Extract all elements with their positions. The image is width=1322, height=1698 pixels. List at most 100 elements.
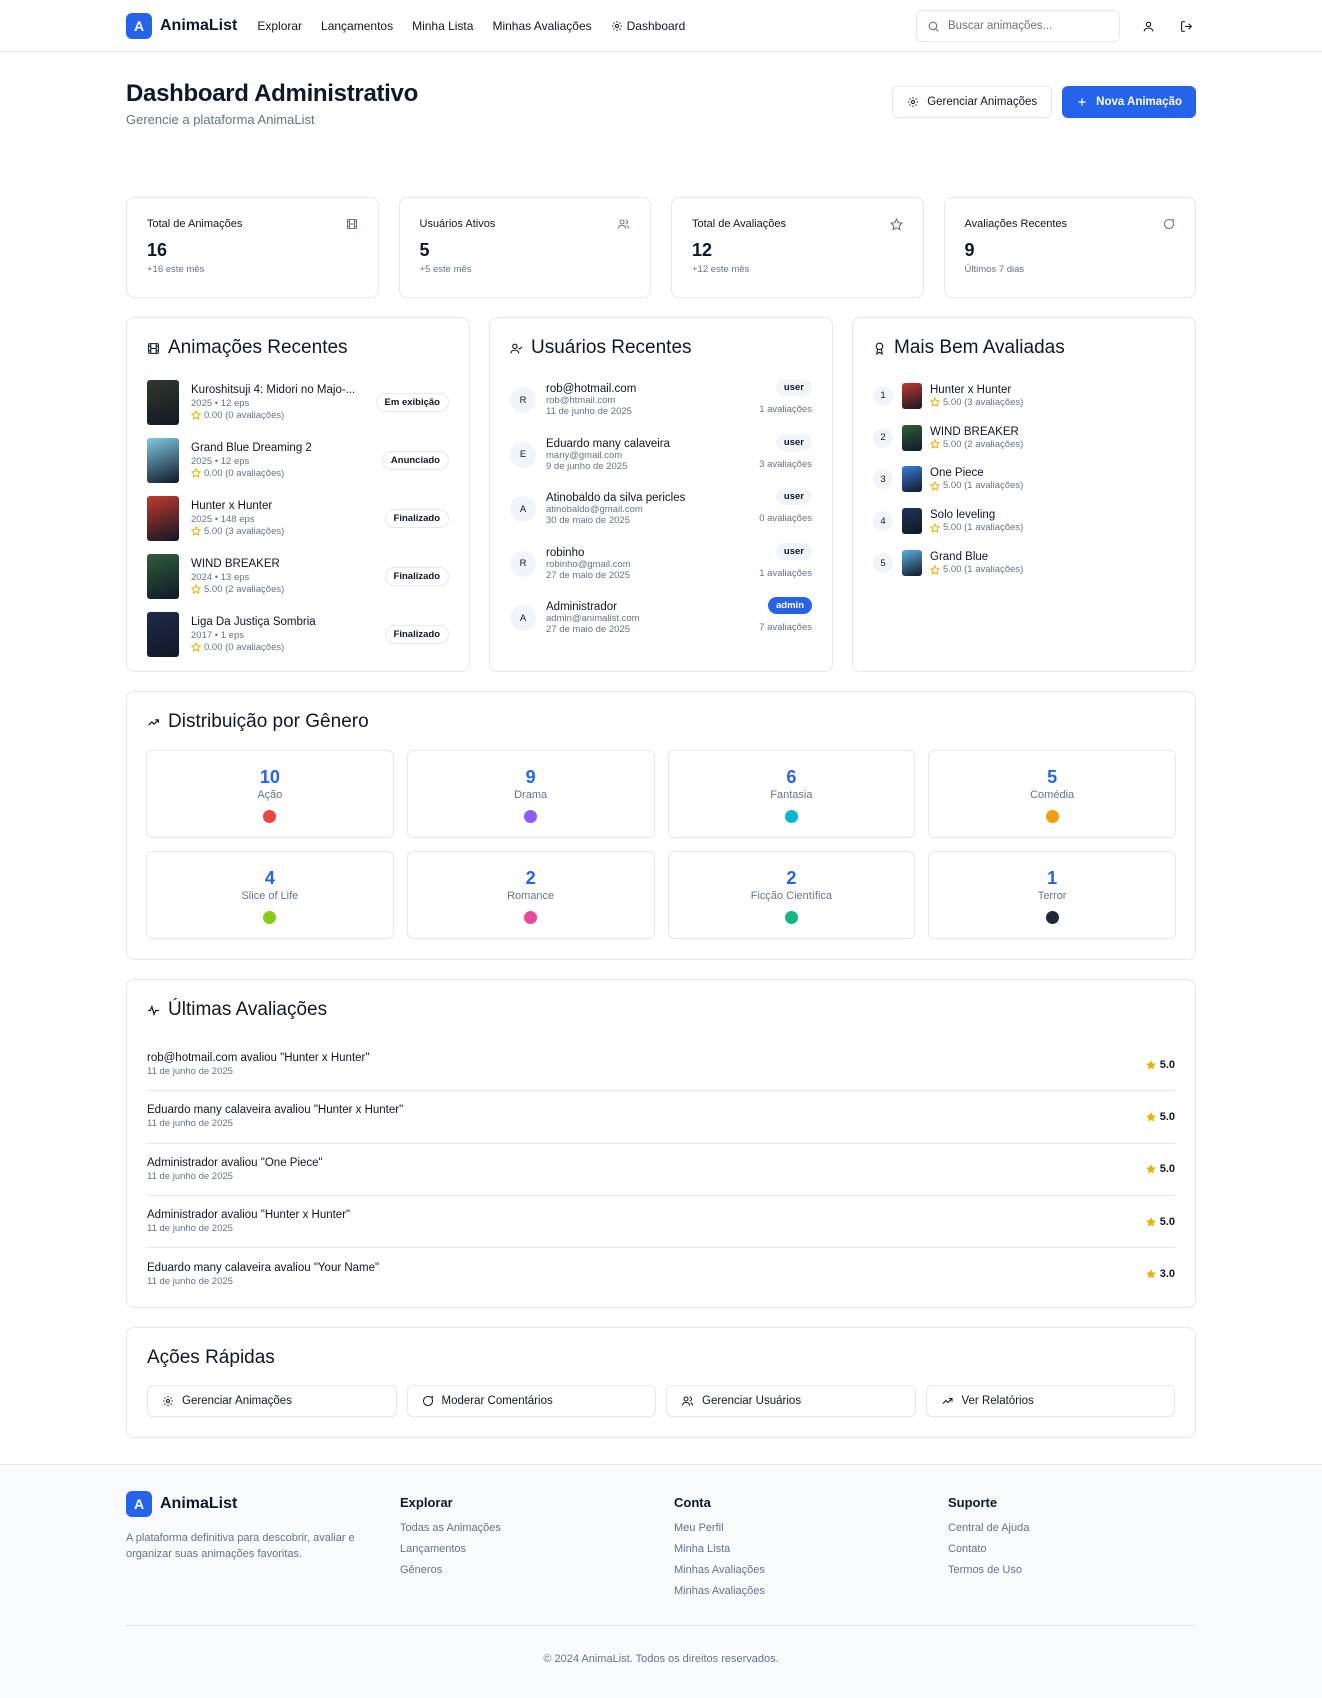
list-item[interactable]: Administrador avaliou "One Piece" 11 de j…: [147, 1144, 1175, 1196]
nav-minha-lista[interactable]: Minha Lista: [412, 19, 473, 33]
recent-animations-list: Kuroshitsuji 4: Midori no Majo-... 2025 …: [127, 359, 469, 663]
genre-tile: 2 Romance: [406, 851, 655, 939]
user-icon[interactable]: [1138, 16, 1158, 36]
footer-link[interactable]: Lançamentos: [400, 1543, 674, 1555]
list-item[interactable]: Eduardo many calaveira avaliou "Hunter x…: [147, 1091, 1175, 1144]
recent-animations-card: Animações Recentes Kuroshitsuji 4: Midor…: [126, 317, 470, 672]
list-item[interactable]: WIND BREAKER 2024 • 13 eps 5.00 (2 avali…: [147, 547, 449, 605]
manage-users-button[interactable]: Gerenciar Usuários: [666, 1385, 916, 1417]
footer-link[interactable]: Todas as Animações: [400, 1522, 674, 1534]
list-item[interactable]: A Administrador admin@animalist.com 27 d…: [510, 591, 812, 646]
list-item[interactable]: R rob@hotmail.com rob@htmail.com 11 de j…: [510, 373, 812, 428]
nav-dashboard[interactable]: Dashboard: [611, 19, 685, 33]
anime-rating: 5.00 (2 avaliações): [204, 583, 285, 595]
anime-thumbnail: [902, 508, 922, 535]
anime-meta: 2025 • 12 eps: [191, 455, 250, 467]
quick-action-label: Moderar Comentários: [441, 1395, 553, 1407]
role-badge: user: [775, 379, 812, 396]
award-icon: [875, 342, 884, 355]
nav-lancamentos[interactable]: Lançamentos: [321, 19, 393, 33]
latest-reviews-card: Últimas Avaliações rob@hotmail.com avali…: [126, 979, 1196, 1308]
anime-rating: 5.00 (2 avaliações): [943, 438, 1024, 450]
review-count: 1 avaliações: [759, 567, 812, 579]
list-item[interactable]: 2 WIND BREAKER 5.00 (2 avaliações): [873, 417, 1175, 459]
footer-link[interactable]: Minhas Avaliações: [674, 1585, 948, 1597]
brand-name: AnimaList: [160, 16, 238, 34]
anime-title: Solo leveling: [930, 509, 996, 522]
anime-title: Kuroshitsuji 4: Midori no Majo-...: [191, 383, 356, 396]
list-item[interactable]: 5 Grand Blue 5.00 (1 avaliações): [873, 542, 1175, 584]
genre-tile: 2 Ficção Científica: [667, 851, 916, 939]
trending-icon: [942, 1397, 953, 1404]
list-item[interactable]: Hunter x Hunter 2025 • 148 eps 5.00 (3 a…: [147, 489, 449, 547]
review-count: 7 avaliações: [759, 622, 812, 633]
manage-animations-button[interactable]: Gerenciar Animações: [892, 86, 1053, 118]
gear-icon: [611, 20, 622, 31]
card-title: Distribuição por Gênero: [168, 711, 369, 732]
footer-link[interactable]: Central de Ajuda: [948, 1522, 1208, 1534]
nav-explorar[interactable]: Explorar: [257, 19, 302, 33]
genre-name: Drama: [514, 789, 548, 801]
brand-logo[interactable]: A AnimaList: [126, 12, 238, 39]
status-badge: Finalizado: [384, 566, 449, 586]
star-icon: [191, 526, 201, 536]
anime-meta: 2025 • 148 eps: [191, 513, 255, 525]
user-check-icon: [510, 343, 523, 353]
star-icon: [191, 584, 201, 594]
moderate-comments-button[interactable]: Moderar Comentários: [406, 1385, 656, 1417]
anime-title: One Piece: [930, 467, 984, 480]
star-icon: [930, 522, 940, 533]
card-title: Usuários Recentes: [531, 337, 692, 358]
stats-row: Total de Animações 16 +16 este mês Usuár…: [126, 197, 1196, 298]
genre-count: 4: [264, 868, 275, 888]
stat-card: Usuários Ativos 5 +5 este mês: [398, 197, 651, 298]
list-item[interactable]: Eduardo many calaveira avaliou "Your Nam…: [147, 1248, 1175, 1300]
list-item[interactable]: Kuroshitsuji 4: Midori no Majo-... 2025 …: [147, 373, 449, 431]
manage-animations-quick-button[interactable]: Gerenciar Animações: [147, 1385, 397, 1417]
card-title: Ações Rápidas: [147, 1347, 275, 1368]
rank-badge: 4: [873, 511, 893, 532]
genre-color-dot: [524, 911, 538, 924]
stat-value: 12: [692, 240, 713, 260]
anime-thumbnail: [902, 550, 922, 577]
list-item[interactable]: E Eduardo many calaveira many@gmail.com …: [510, 428, 812, 483]
footer-link[interactable]: Minha Lista: [674, 1543, 948, 1555]
list-item[interactable]: rob@hotmail.com avaliou "Hunter x Hunter…: [147, 1039, 1175, 1092]
list-item[interactable]: R robinho robinho@gmail.com 27 de maio d…: [510, 537, 812, 592]
logout-icon[interactable]: [1176, 16, 1196, 36]
role-badge: admin: [768, 597, 812, 614]
list-item[interactable]: 1 Hunter x Hunter 5.00 (3 avaliações): [873, 375, 1175, 417]
rank-badge: 2: [873, 427, 893, 448]
review-score: 5.0: [1159, 1058, 1175, 1071]
recent-users-list: R rob@hotmail.com rob@htmail.com 11 de j…: [490, 359, 832, 646]
stat-note: +16 este mês: [147, 264, 205, 275]
new-animation-button[interactable]: Nova Animação: [1062, 86, 1196, 118]
review-count: 0 avaliações: [759, 513, 812, 524]
list-item[interactable]: Administrador avaliou "Hunter x Hunter" 1…: [147, 1196, 1175, 1249]
nav-minhas-avaliacoes[interactable]: Minhas Avaliações: [492, 19, 591, 33]
stat-card: Avaliações Recentes 9 Últimos 7 dias: [943, 197, 1196, 298]
list-item[interactable]: A Atinobaldo da silva pericles atinobald…: [510, 482, 812, 537]
list-item[interactable]: 3 One Piece 5.00 (1 avaliações): [873, 459, 1175, 501]
footer-link[interactable]: Contato: [948, 1543, 1208, 1555]
footer-link[interactable]: Termos de Uso: [948, 1564, 1208, 1576]
list-item[interactable]: Grand Blue Dreaming 2 2025 • 12 eps 0.00…: [147, 431, 449, 489]
genre-tile: 4 Slice of Life: [146, 851, 394, 939]
review-text: Administrador avaliou "One Piece": [147, 1156, 323, 1169]
list-item[interactable]: 4 Solo leveling 5.00 (1 avaliações): [873, 500, 1175, 542]
view-reports-button[interactable]: Ver Relatórios: [925, 1385, 1175, 1417]
star-icon: [1145, 1216, 1156, 1227]
footer-logo[interactable]: A AnimaList: [126, 1491, 400, 1517]
footer-link[interactable]: Minhas Avaliações: [674, 1564, 948, 1576]
list-item[interactable]: Liga Da Justiça Sombria 2017 • 1 eps 0.0…: [147, 605, 449, 663]
anime-thumbnail: [902, 466, 922, 493]
stat-note: +12 este mês: [692, 264, 750, 275]
footer-link[interactable]: Gêneros: [400, 1564, 674, 1576]
footer-link[interactable]: Meu Perfil: [674, 1522, 948, 1534]
star-icon: [930, 564, 940, 575]
page-subtitle: Gerencie a plataforma AnimaList: [126, 112, 315, 127]
rank-badge: 3: [873, 469, 893, 490]
search-input[interactable]: Buscar animações...: [916, 10, 1120, 42]
anime-title: Liga Da Justiça Sombria: [191, 615, 316, 628]
search-icon: [928, 21, 939, 32]
